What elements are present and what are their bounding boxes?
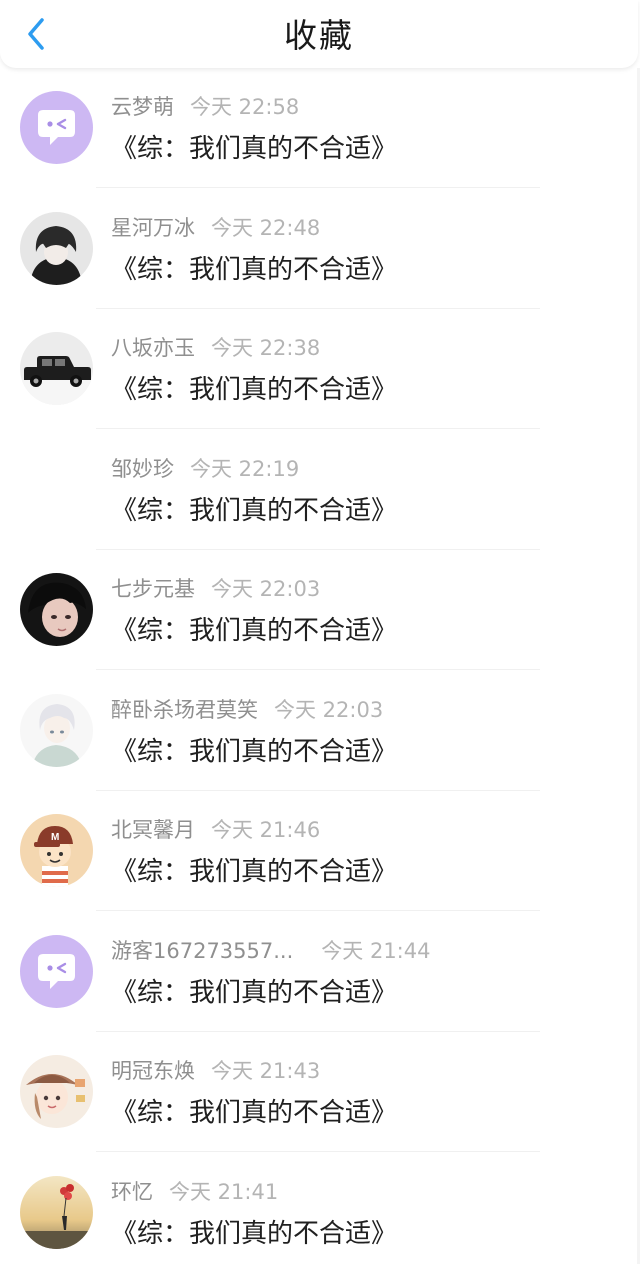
timestamp: 今天 22:19 [190,456,300,481]
cartoon-cap-avatar-icon: M [20,814,93,887]
user-name[interactable]: 明冠东焕 [111,1059,195,1083]
sunset-balloons-avatar-icon [20,1175,93,1249]
page-title: 收藏 [284,16,354,55]
top-nav-bar: 收藏 [0,0,638,68]
svg-text:M: M [51,832,59,843]
avatar[interactable] [20,452,93,526]
timestamp: 今天 22:38 [211,336,321,360]
avatar[interactable] [20,573,93,646]
chat-bubble-avatar-icon [20,934,93,1008]
item-meta: 云梦萌 今天 22:58 [111,92,299,122]
user-name[interactable]: 北冥馨月 [111,818,195,842]
user-name[interactable]: 游客167273557... [111,939,293,963]
user-name[interactable]: 云梦萌 [111,95,174,119]
avatar[interactable] [20,934,93,1008]
anime-boy-dark-avatar-icon [20,211,93,285]
list-item[interactable]: 云梦萌 今天 22:58 《综：我们真的不合适》 [0,68,640,189]
timestamp: 今天 22:03 [274,697,384,722]
avatar[interactable] [20,91,93,164]
anime-white-hair-avatar-icon [20,693,93,767]
item-meta: 邹妙珍 今天 22:19 [111,454,299,484]
user-name[interactable]: 星河万冰 [111,216,195,240]
book-title[interactable]: 《综：我们真的不合适》 [111,372,397,408]
book-title[interactable]: 《综：我们真的不合适》 [111,734,397,770]
user-name[interactable]: 八坂亦玉 [111,336,195,360]
avatar[interactable] [20,693,93,767]
list-item[interactable]: 邹妙珍 今天 22:19 《综：我们真的不合适》 [0,430,640,551]
item-meta: 北冥馨月 今天 21:46 [111,815,320,845]
list-item[interactable]: 七步元基 今天 22:03 《综：我们真的不合适》 [0,550,640,671]
book-title[interactable]: 《综：我们真的不合适》 [111,493,397,529]
book-title[interactable]: 《综：我们真的不合适》 [111,131,397,167]
timestamp: 今天 22:03 [211,577,321,601]
user-name[interactable]: 醉卧杀场君莫笑 [111,698,258,722]
blank-avatar-icon [20,452,93,526]
item-meta: 明冠东焕 今天 21:43 [111,1056,320,1086]
item-meta: 环忆 今天 21:41 [111,1177,278,1207]
list-item[interactable]: 八坂亦玉 今天 22:38 《综：我们真的不合适》 [0,309,640,430]
user-name[interactable]: 环忆 [111,1180,153,1204]
book-title[interactable]: 《综：我们真的不合适》 [111,252,397,288]
user-name[interactable]: 七步元基 [111,577,195,601]
book-title[interactable]: 《综：我们真的不合适》 [111,613,397,649]
list-item[interactable]: 环忆 今天 21:41 《综：我们真的不合适》 [0,1153,640,1264]
list-item[interactable]: 星河万冰 今天 22:48 《综：我们真的不合适》 [0,189,640,310]
book-title[interactable]: 《综：我们真的不合适》 [111,854,397,890]
list-item[interactable]: 醉卧杀场君莫笑 今天 22:03 《综：我们真的不合适》 [0,671,640,792]
timestamp: 今天 22:48 [211,215,321,240]
timestamp: 今天 21:41 [169,1179,279,1204]
item-meta: 游客167273557... 今天 21:44 [111,936,430,966]
avatar[interactable] [20,211,93,285]
item-meta: 八坂亦玉 今天 22:38 [111,333,320,363]
book-title[interactable]: 《综：我们真的不合适》 [111,975,397,1011]
timestamp: 今天 21:46 [211,818,321,842]
list-item[interactable]: 游客167273557... 今天 21:44 《综：我们真的不合适》 [0,912,640,1033]
avatar[interactable]: M [20,814,93,887]
cartoon-girl-hat-avatar-icon [20,1055,93,1128]
avatar[interactable] [20,332,93,405]
book-title[interactable]: 《综：我们真的不合适》 [111,1095,397,1131]
anime-face-avatar-icon [20,573,93,646]
avatar[interactable] [20,1175,93,1249]
item-meta: 星河万冰 今天 22:48 [111,213,320,243]
user-name[interactable]: 邹妙珍 [111,457,174,481]
vintage-car-avatar-icon [20,332,93,405]
item-meta: 七步元基 今天 22:03 [111,574,320,604]
list-item[interactable]: 明冠东焕 今天 21:43 《综：我们真的不合适》 [0,1032,640,1153]
favorites-list: 云梦萌 今天 22:58 《综：我们真的不合适》 星河万冰 今天 22:48 《综：… [0,68,640,1264]
timestamp: 今天 21:44 [321,938,431,963]
book-title[interactable]: 《综：我们真的不合适》 [111,1216,397,1252]
timestamp: 今天 22:58 [190,95,300,119]
chat-bubble-avatar-icon [20,91,93,164]
avatar[interactable] [20,1055,93,1128]
item-meta: 醉卧杀场君莫笑 今天 22:03 [111,695,383,725]
favorites-screen: 收藏 云梦萌 今天 22:58 《综：我们真的不合适》 星河万冰 今天 22:4… [0,0,640,1264]
list-item[interactable]: M 北冥馨月 今天 21:46 《综：我们真的不合适》 [0,791,640,912]
timestamp: 今天 21:43 [211,1059,321,1083]
